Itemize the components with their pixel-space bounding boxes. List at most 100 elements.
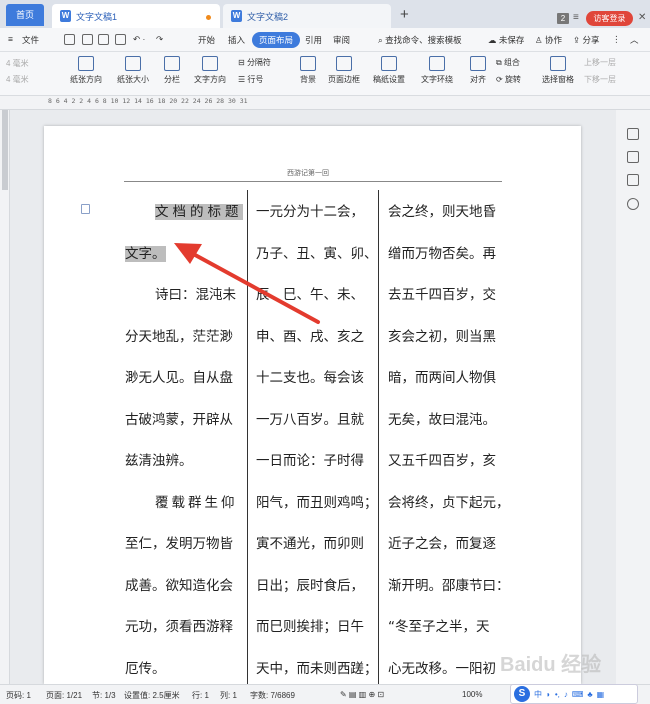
ribbon: 4 毫米 4 毫米 纸张方向 纸张大小 分栏 文字方向 ⊟ 分隔符 ☰ 行号 背… [0, 52, 650, 96]
page-header[interactable]: 西游记第一回 [287, 168, 329, 178]
background-label: 背景 [300, 75, 316, 84]
text-line: 亥会之初，则当黑 [388, 328, 496, 345]
text-line: 而巳则挨排；日午 [256, 619, 364, 635]
selection-pane-icon [550, 56, 566, 71]
close-window-icon[interactable]: ✕ [638, 12, 646, 23]
background-button[interactable]: 背景 [294, 56, 322, 85]
visitor-login-button[interactable]: 访客登录 [586, 11, 633, 26]
search-commands[interactable]: ⌕ 查找命令、搜索模板 [378, 34, 462, 46]
ime-skin-icon[interactable]: ♣ [587, 690, 592, 699]
row-status[interactable]: 行: 1 [192, 690, 209, 701]
column-3[interactable]: 会之终，则天地昏 缯而万物否矣。再 去五千四百岁，交 亥会之初，则当黑 暗，而两… [388, 192, 512, 690]
new-tab-button[interactable]: + [400, 6, 409, 23]
ime-tools-icon[interactable]: ▦ [597, 690, 605, 699]
share-button[interactable]: ⇪ 分享 [573, 34, 600, 46]
collaborate-button[interactable]: ♙ 协作 [535, 34, 562, 46]
manuscript-button[interactable]: 稿纸设置 [370, 56, 408, 85]
tab-insert[interactable]: 插入 [228, 34, 245, 46]
text-line: 兹清浊辨。 [125, 453, 193, 469]
column-1[interactable]: 文档的标题 文字。 诗曰：混沌未 分天地乱，茫茫渺 渺无人见。自从盘 古破鸿蒙，… [125, 192, 243, 690]
export-pdf-icon[interactable] [82, 34, 93, 45]
rotate-button[interactable]: ⟳ 旋转 [496, 74, 521, 85]
pages-status[interactable]: 页面: 1/21 [46, 690, 82, 701]
text-line: 乃子、丑、寅、卯、 [256, 245, 378, 262]
sogou-ime-icon[interactable]: S [514, 686, 530, 702]
wordcount-status[interactable]: 字数: 7/6869 [250, 690, 295, 701]
text-wrap-button[interactable]: 文字环绕 [418, 56, 456, 85]
edit-icon[interactable] [627, 151, 639, 163]
page-border-button[interactable]: 页面边框 [325, 56, 363, 85]
text-line: 会之终，则天地昏 [388, 204, 496, 220]
setting-status[interactable]: 设置值: 2.5厘米 [124, 690, 180, 701]
zoom-level[interactable]: 100% [462, 690, 482, 699]
selected-text: 文字。 [125, 245, 166, 262]
file-menu[interactable]: 文件 [22, 34, 39, 46]
text-line: 成善。欲知造化会 [125, 577, 233, 594]
rotate-label: 旋转 [504, 75, 521, 84]
ime-mode-label[interactable]: 中 [534, 689, 542, 700]
save-icon[interactable] [64, 34, 75, 45]
margin-top-field[interactable]: 4 毫米 [6, 58, 29, 69]
orientation-button[interactable]: 纸张方向 [66, 56, 106, 85]
redo-icon[interactable]: ↷ [156, 34, 163, 45]
page-number-status[interactable]: 页码: 1 [6, 690, 31, 701]
vertical-ruler[interactable] [0, 110, 10, 684]
tab-reference[interactable]: 引用 [305, 34, 322, 46]
text-line: 渺无人见。自从盘 [125, 370, 233, 386]
text-line: 古破鸿蒙，开辟从 [125, 411, 233, 428]
horizontal-ruler[interactable]: 8 6 4 2 2 4 6 8 10 12 14 16 18 20 22 24 … [0, 96, 650, 110]
text-line: 十二支也。每会该 [256, 370, 364, 386]
text-line: 覆载群生仰 [155, 494, 238, 511]
ime-punct-icon[interactable]: ◗ [546, 690, 551, 699]
tab-document-1[interactable]: W 文字文稿1 [52, 4, 220, 28]
column-2[interactable]: 一元分为十二会， 乃子、丑、寅、卯、 辰、巳、午、未、 申、酉、戌、亥之 十二支… [256, 192, 378, 690]
select-icon[interactable] [627, 128, 639, 140]
tab-document-2[interactable]: W 文字文稿2 [223, 4, 391, 28]
text-wrap-icon [429, 56, 445, 71]
breaks-button[interactable]: ⊟ 分隔符 [238, 57, 271, 68]
home-tab[interactable]: 首页 [6, 4, 44, 26]
column-divider [378, 190, 379, 690]
move-up-button[interactable]: 上移一层 [584, 57, 616, 68]
print-preview-icon[interactable] [115, 34, 126, 45]
tab-label: 文字文稿2 [247, 11, 289, 22]
tab-page-layout[interactable]: 页面布局 [252, 32, 301, 48]
unsaved-label: 未保存 [498, 35, 525, 45]
ime-mic-icon[interactable]: ♪ [564, 690, 568, 699]
paragraph-doc-icon[interactable] [81, 204, 90, 214]
col-status[interactable]: 列: 1 [220, 690, 237, 701]
header-line [124, 181, 502, 182]
columns-button[interactable]: 分栏 [158, 56, 186, 85]
selection-pane-button[interactable]: 选择窗格 [540, 56, 576, 85]
undo-icon[interactable]: ↶ · [133, 34, 145, 45]
view-mode-icons[interactable]: ✎ ▤ ▥ ⊕ ⊡ [340, 690, 384, 699]
ime-comma-icon[interactable]: •, [555, 690, 560, 699]
group-button[interactable]: ⧉ 组合 [496, 57, 520, 68]
more-icon[interactable]: ⋮ [612, 34, 621, 45]
line-numbers-button[interactable]: ☰ 行号 [238, 74, 263, 85]
unsaved-status[interactable]: ☁ 未保存 [488, 34, 524, 46]
help-icon[interactable] [627, 198, 639, 210]
columns-label: 分栏 [164, 75, 180, 84]
tab-review[interactable]: 审阅 [333, 34, 350, 46]
section-status[interactable]: 节: 1/3 [92, 690, 116, 701]
text-direction-button[interactable]: 文字方向 [190, 56, 230, 85]
window-count-badge[interactable]: 2 [557, 13, 569, 24]
text-line: 无矣，故曰混沌。 [388, 411, 496, 428]
text-line: 一元分为十二会， [256, 204, 364, 220]
hamburger-icon[interactable]: ≡ [8, 34, 13, 44]
paper-size-button[interactable]: 纸张大小 [112, 56, 154, 85]
align-button[interactable]: 对齐 [465, 56, 491, 85]
tab-home[interactable]: 开始 [198, 34, 215, 46]
ime-keyboard-icon[interactable]: ⌨ [572, 690, 584, 699]
menu-icon[interactable]: ≡ [573, 12, 579, 23]
ime-toolbar[interactable]: S 中 ◗ •, ♪ ⌨ ♣ ▦ [510, 684, 638, 704]
background-icon [300, 56, 316, 71]
margin-bottom-field[interactable]: 4 毫米 [6, 74, 29, 85]
print-icon[interactable] [98, 34, 109, 45]
page-border-label: 页面边框 [328, 75, 360, 84]
document-page[interactable]: 西游记第一回 文档的标题 文字。 诗曰：混沌未 分天地乱，茫茫渺 渺无人见。自从… [44, 126, 581, 690]
collapse-ribbon-icon[interactable]: ︿ [630, 34, 639, 46]
settings-icon[interactable] [627, 174, 639, 186]
move-down-button[interactable]: 下移一层 [584, 74, 616, 85]
